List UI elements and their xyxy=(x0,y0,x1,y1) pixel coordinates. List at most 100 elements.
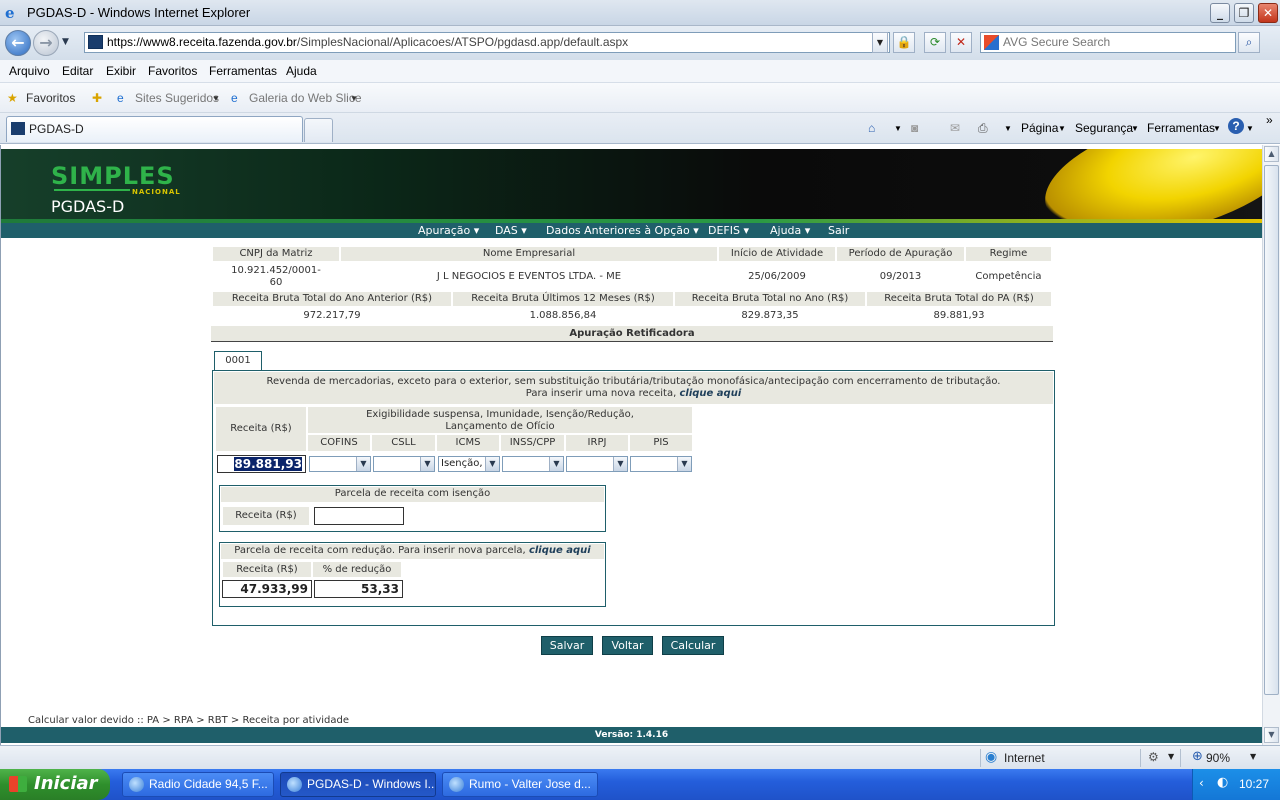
refresh-icon[interactable]: ⟳ xyxy=(924,32,946,53)
scroll-down-icon[interactable]: ▼ xyxy=(1264,727,1279,743)
lock-icon[interactable]: 🔒 xyxy=(893,32,915,53)
nav-apuracao[interactable]: Apuração ▾ xyxy=(418,223,479,238)
search-icon[interactable]: ⌕ xyxy=(1238,32,1260,53)
restore-button[interactable]: ❐ xyxy=(1234,3,1254,23)
new-receita-text: Para inserir uma nova receita, xyxy=(525,388,677,399)
forward-button[interactable]: → xyxy=(33,30,59,56)
taskbar-item-radio[interactable]: Radio Cidade 94,5 F... xyxy=(122,772,274,797)
sites-sugeridos-link[interactable]: Sites Sugeridos xyxy=(135,91,219,105)
url-domain: fazenda.gov.br xyxy=(218,35,297,49)
taskbar-item-label: Rumo - Valter Jose d... xyxy=(469,777,591,791)
csll-header: CSLL xyxy=(371,434,436,452)
menu-exibir[interactable]: Exibir xyxy=(106,64,136,78)
menu-ferramentas[interactable]: Ferramentas xyxy=(209,64,277,78)
zoom-level[interactable]: 90% xyxy=(1206,751,1230,765)
zoom-dropdown-icon[interactable]: ▼ xyxy=(1250,752,1256,761)
header-cnpj: CNPJ da Matriz xyxy=(212,246,340,262)
home-dropdown-icon[interactable]: ▼ xyxy=(894,124,902,133)
taskbar-item-label: Radio Cidade 94,5 F... xyxy=(149,777,268,791)
stop-icon[interactable]: ✕ xyxy=(950,32,972,53)
cofins-select[interactable]: ▼ xyxy=(309,456,371,472)
vertical-scrollbar[interactable]: ▲ ▼ xyxy=(1262,145,1280,745)
nav-defis[interactable]: DEFIS ▾ xyxy=(708,223,749,238)
rb-ano-value: 829.873,35 xyxy=(741,310,799,321)
menu-ajuda[interactable]: Ajuda xyxy=(286,64,317,78)
zoom-icon[interactable]: ⊕ xyxy=(1192,749,1203,764)
taskbar-item-rumo[interactable]: Rumo - Valter Jose d... xyxy=(442,772,598,797)
mail-icon[interactable]: ✉ xyxy=(950,121,960,135)
tab-page-icon xyxy=(11,122,25,135)
close-button[interactable]: ✕ xyxy=(1258,3,1278,23)
save-button[interactable]: Salvar xyxy=(541,636,593,655)
calculate-button[interactable]: Calcular xyxy=(662,636,724,655)
irpj-select[interactable]: ▼ xyxy=(566,456,628,472)
nav-sair[interactable]: Sair xyxy=(828,223,849,238)
tray-network-icon[interactable]: ◐ xyxy=(1217,775,1228,790)
chevron-down-icon: ▼ xyxy=(356,457,370,471)
tab-label: PGDAS-D xyxy=(29,122,84,136)
tray-arrow-icon[interactable]: ‹ xyxy=(1199,776,1204,790)
favorites-bar: ★ Favoritos ✚ e Sites Sugeridos ▼ e Gale… xyxy=(0,83,1280,113)
nav-das[interactable]: DAS ▾ xyxy=(495,223,527,238)
reducao-pct-header: % de redução xyxy=(312,561,402,578)
new-receita-link[interactable]: clique aqui xyxy=(679,388,741,399)
print-icon[interactable]: ⎙ xyxy=(978,121,988,136)
ie-slice-icon: e xyxy=(231,91,238,105)
menu-editar[interactable]: Editar xyxy=(62,64,93,78)
ie-icon: e xyxy=(5,4,15,22)
sites-dropdown-icon[interactable]: ▼ xyxy=(212,94,220,103)
back-form-button[interactable]: Voltar xyxy=(602,636,653,655)
protected-dropdown-icon[interactable]: ▼ xyxy=(1168,752,1174,761)
print-dropdown-icon[interactable]: ▼ xyxy=(1004,124,1012,133)
favorites-button[interactable]: Favoritos xyxy=(26,91,75,105)
protected-mode-icon[interactable]: ⚙ xyxy=(1148,750,1159,764)
minimize-button[interactable]: _ xyxy=(1210,3,1230,23)
home-icon[interactable]: ⌂ xyxy=(868,121,875,135)
nome-value: J L NEGOCIOS E EVENTOS LTDA. - ME xyxy=(436,271,622,282)
scroll-up-icon[interactable]: ▲ xyxy=(1264,146,1279,162)
help-icon[interactable]: ? xyxy=(1228,118,1244,134)
help-dropdown-icon[interactable]: ▼ xyxy=(1246,124,1254,133)
reducao-new-link[interactable]: clique aqui xyxy=(529,545,591,556)
tab-pgdas[interactable]: PGDAS-D xyxy=(6,116,303,142)
isencao-box: Parcela de receita com isenção Receita (… xyxy=(219,485,606,532)
tools-menu[interactable]: Ferramentas xyxy=(1147,121,1215,135)
regime-value: Competência xyxy=(975,271,1042,282)
scroll-thumb[interactable] xyxy=(1264,165,1279,695)
nav-dados-anteriores[interactable]: Dados Anteriores à Opção ▾ xyxy=(546,223,699,238)
taskbar: Iniciar Radio Cidade 94,5 F... PGDAS-D -… xyxy=(0,769,1280,800)
gallery-dropdown-icon[interactable]: ▼ xyxy=(350,94,358,103)
web-slice-gallery-link[interactable]: Galeria do Web Slice xyxy=(249,91,362,105)
recent-pages-dropdown-icon[interactable]: ▼ xyxy=(62,37,69,47)
icms-select[interactable]: Isenção, ▼ xyxy=(438,456,500,472)
security-menu[interactable]: Segurança xyxy=(1075,121,1133,135)
start-button[interactable]: Iniciar xyxy=(0,769,110,800)
exigibilidade-line2: Lançamento de Ofício xyxy=(445,421,555,432)
address-field[interactable]: https://www8.receita.fazenda.gov.br/Simp… xyxy=(84,32,890,53)
taskbar-item-pgdas[interactable]: PGDAS-D - Windows I... xyxy=(280,772,436,797)
nav-ajuda[interactable]: Ajuda ▾ xyxy=(770,223,810,238)
page-menu[interactable]: Página xyxy=(1021,121,1058,135)
search-input[interactable]: AVG Secure Search xyxy=(980,32,1236,53)
menu-favoritos[interactable]: Favoritos xyxy=(148,64,197,78)
pis-select[interactable]: ▼ xyxy=(630,456,692,472)
add-favorite-icon[interactable]: ✚ xyxy=(92,91,102,105)
logo-underline xyxy=(54,189,130,191)
isencao-receita-input[interactable] xyxy=(314,507,404,525)
more-commands-icon[interactable]: » xyxy=(1266,113,1273,127)
reducao-pct-input[interactable]: 53,33 xyxy=(314,580,403,598)
feeds-icon[interactable]: ◙ xyxy=(911,121,918,135)
chevron-down-icon: ▼ xyxy=(613,457,627,471)
menu-arquivo[interactable]: Arquivo xyxy=(9,64,50,78)
back-button[interactable]: ← xyxy=(5,30,31,56)
tab-0001[interactable]: 0001 xyxy=(214,351,262,371)
new-tab-button[interactable] xyxy=(304,118,333,142)
reducao-receita-input[interactable]: 47.933,99 xyxy=(222,580,312,598)
ie-page-icon: e xyxy=(117,91,124,105)
csll-select[interactable]: ▼ xyxy=(373,456,435,472)
isencao-title: Parcela de receita com isenção xyxy=(221,487,604,502)
inss-select[interactable]: ▼ xyxy=(502,456,564,472)
search-placeholder: AVG Secure Search xyxy=(1003,35,1111,49)
address-dropdown-icon[interactable]: ▼ xyxy=(872,32,888,53)
receita-input[interactable]: 89.881,93 xyxy=(217,455,306,473)
